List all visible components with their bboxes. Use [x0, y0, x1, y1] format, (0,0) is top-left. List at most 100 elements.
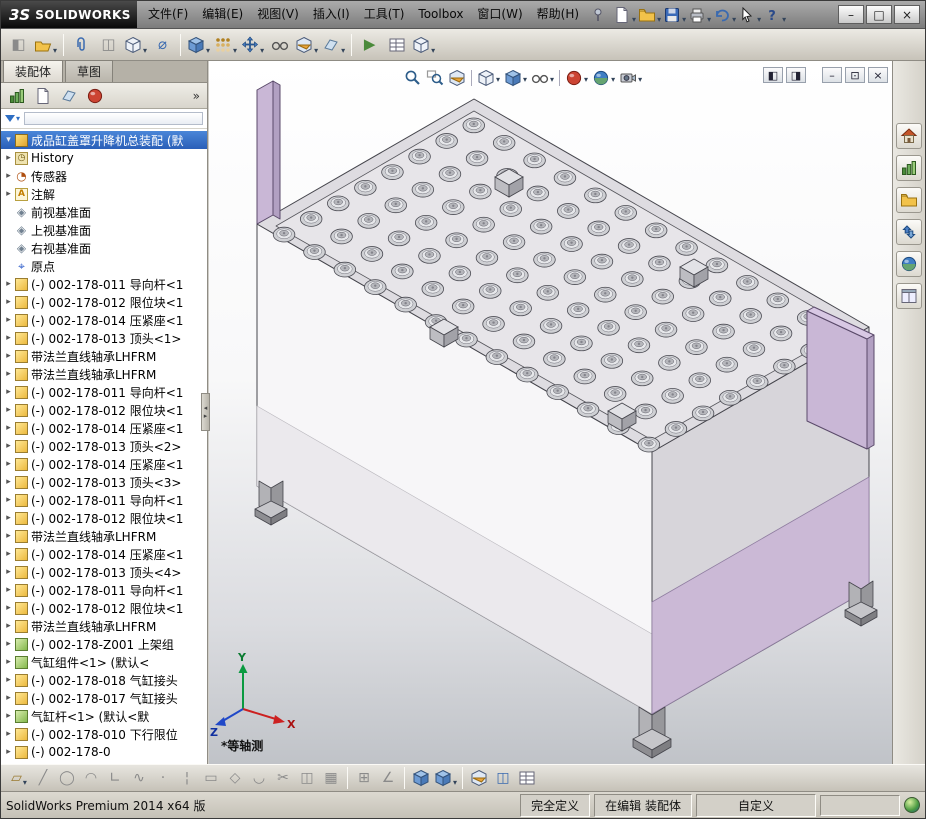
display-mode-icon[interactable]: ▾ [433, 766, 458, 790]
menu-item-6[interactable]: 窗口(W) [470, 1, 529, 28]
panel-splitter[interactable]: ◂ ▸ [201, 393, 210, 431]
tree-item[interactable]: ▸ (-) 002-178-010 下行限位 [1, 725, 207, 743]
display-manager-tab[interactable] [84, 85, 106, 107]
expand-arrow-icon[interactable]: ▸ [3, 441, 14, 451]
edit-appearance-icon[interactable]: ▾ [564, 68, 589, 88]
tree-item[interactable]: ▸ (-) 002-178-0 [1, 743, 207, 761]
expand-arrow-icon[interactable]: ▸ [3, 297, 14, 307]
insert-component-icon[interactable]: ▾ [185, 31, 212, 58]
pane-right-button[interactable]: ◨ [786, 67, 806, 83]
doc-close-button[interactable]: × [868, 67, 888, 83]
pattern-icon[interactable]: ▦ [319, 766, 343, 790]
expand-arrow-icon[interactable]: ▸ [3, 585, 14, 595]
tree-item[interactable]: ▸ (-) 002-178-014 压紧座<1 [1, 311, 207, 329]
expand-arrow-icon[interactable]: ▾ [3, 135, 14, 145]
display-style-icon[interactable]: ▾ [503, 68, 528, 88]
component-preview-icon[interactable]: ◫ [95, 31, 122, 58]
menu-item-5[interactable]: Toolbox [411, 1, 470, 28]
sketch-icon[interactable]: ▱ ▾ [7, 766, 31, 790]
mirror-icon[interactable]: ◫ [295, 766, 319, 790]
evaluate-table-icon[interactable] [515, 766, 539, 790]
pane-left-button[interactable]: ◧ [763, 67, 783, 83]
expand-arrow-icon[interactable]: ▸ [3, 459, 14, 469]
menu-item-1[interactable]: 编辑(E) [195, 1, 250, 28]
solidworks-resources-icon[interactable] [896, 123, 922, 149]
appearances-icon[interactable] [896, 251, 922, 277]
centerline-icon[interactable]: ¦ [175, 766, 199, 790]
minimize-button[interactable]: – [838, 5, 864, 24]
tree-item[interactable]: ▸ (-) 002-178-014 压紧座<1 [1, 455, 207, 473]
expand-arrow-icon[interactable]: ▸ [3, 405, 14, 415]
tree-item[interactable]: ◈ 上视基准面 [1, 221, 207, 239]
view-orientation-icon[interactable]: ▾ [476, 68, 501, 88]
expand-arrow-icon[interactable]: ▸ [3, 693, 14, 703]
angle-snap-icon[interactable]: ∠ [376, 766, 400, 790]
apply-scene-icon[interactable]: ▾ [591, 68, 616, 88]
expand-arrow-icon[interactable]: ▸ [3, 477, 14, 487]
graphics-area[interactable]: Y X Z ▾ ▾ ▾ ▾ ▾ ▾ ◧ ◨ – ⊡ × *等轴测 [209, 61, 894, 764]
print-icon[interactable]: ▾ [687, 3, 712, 27]
bom-table-icon[interactable] [383, 31, 410, 58]
section-view-icon[interactable] [447, 68, 467, 88]
tree-item[interactable]: ▸ ◔ 传感器 [1, 167, 207, 185]
tree-item[interactable]: ⌖ 原点 [1, 257, 207, 275]
tree-item[interactable]: ▸ (-) 002-178-013 顶头<4> [1, 563, 207, 581]
tree-item[interactable]: ▸ (-) 002-178-018 气缸接头 [1, 671, 207, 689]
expand-arrow-icon[interactable]: ▸ [3, 387, 14, 397]
expand-arrow-icon[interactable]: ▸ [3, 351, 14, 361]
menu-item-4[interactable]: 工具(T) [357, 1, 412, 28]
zoom-fit-icon[interactable] [403, 68, 423, 88]
menu-item-7[interactable]: 帮助(H) [530, 1, 586, 28]
section-tool-icon[interactable] [467, 766, 491, 790]
line-icon[interactable]: ╱ [31, 766, 55, 790]
menu-item-2[interactable]: 视图(V) [250, 1, 306, 28]
rectangle-icon[interactable]: ▭ [199, 766, 223, 790]
filter-input[interactable] [24, 112, 203, 125]
zoom-area-icon[interactable] [425, 68, 445, 88]
tree-item[interactable]: ▸ (-) 002-178-011 导向杆<1 [1, 275, 207, 293]
undo-icon[interactable]: ▾ [712, 3, 737, 27]
property-manager-tab[interactable] [32, 85, 54, 107]
tree-item[interactable]: ▸ (-) 002-178-014 压紧座<1 [1, 545, 207, 563]
mate-icon[interactable] [68, 31, 95, 58]
expand-arrow-icon[interactable]: ▸ [3, 675, 14, 685]
expand-arrow-icon[interactable]: ▸ [3, 153, 14, 163]
polyline-icon[interactable]: ∟ [103, 766, 127, 790]
linear-pattern-icon[interactable]: ▾ [212, 31, 239, 58]
tree-item[interactable]: ▸ ◷ History [1, 149, 207, 167]
filter-funnel-icon[interactable]: ▾ [5, 114, 20, 123]
menu-item-0[interactable]: 文件(F) [141, 1, 195, 28]
exploded-view-icon[interactable]: ▾ [410, 31, 437, 58]
expand-arrow-icon[interactable]: ▸ [3, 369, 14, 379]
motion-study-icon[interactable]: ▶ [356, 31, 383, 58]
design-library-icon[interactable] [896, 155, 922, 181]
expand-arrow-icon[interactable]: ▸ [3, 513, 14, 523]
tree-item[interactable]: ▸ (-) 002-178-012 限位块<1 [1, 401, 207, 419]
expand-arrow-icon[interactable]: ▸ [3, 711, 14, 721]
assembly-features-icon[interactable]: ▾ [293, 31, 320, 58]
expand-arrow-icon[interactable]: ▸ [3, 531, 14, 541]
grid-icon[interactable]: ⊞ [352, 766, 376, 790]
view-settings-icon[interactable]: ▾ [618, 68, 643, 88]
save-icon[interactable]: ▾ [662, 3, 687, 27]
expand-arrow-icon[interactable]: ▸ [3, 729, 14, 739]
expand-arrow-icon[interactable]: ▸ [3, 747, 14, 757]
tree-item[interactable]: ▸ (-) 002-178-013 顶头<3> [1, 473, 207, 491]
expand-arrow-icon[interactable]: ▸ [3, 333, 14, 343]
doc-restore-button[interactable]: ⊡ [845, 67, 865, 83]
doc-minimize-button[interactable]: – [822, 67, 842, 83]
tree-item[interactable]: ◈ 前视基准面 [1, 203, 207, 221]
smart-fasteners-icon[interactable]: ⌀ [149, 31, 176, 58]
fillet-icon[interactable]: ◡ [247, 766, 271, 790]
expand-arrow-icon[interactable]: ▸ [3, 171, 14, 181]
expand-arrow-icon[interactable]: ▸ [3, 315, 14, 325]
tab-sketch[interactable]: 草图 [65, 60, 114, 82]
tree-item[interactable]: ▸ 带法兰直线轴承LHFRM [1, 347, 207, 365]
configuration-manager-tab[interactable] [58, 85, 80, 107]
new-document-icon[interactable]: ▾ [612, 3, 637, 27]
menu-pin-icon[interactable] [586, 3, 610, 27]
expand-arrow-icon[interactable]: ▸ [3, 189, 14, 199]
menu-item-3[interactable]: 插入(I) [306, 1, 357, 28]
expand-arrow-icon[interactable]: ▸ [3, 639, 14, 649]
expand-arrow-icon[interactable]: ▸ [3, 603, 14, 613]
